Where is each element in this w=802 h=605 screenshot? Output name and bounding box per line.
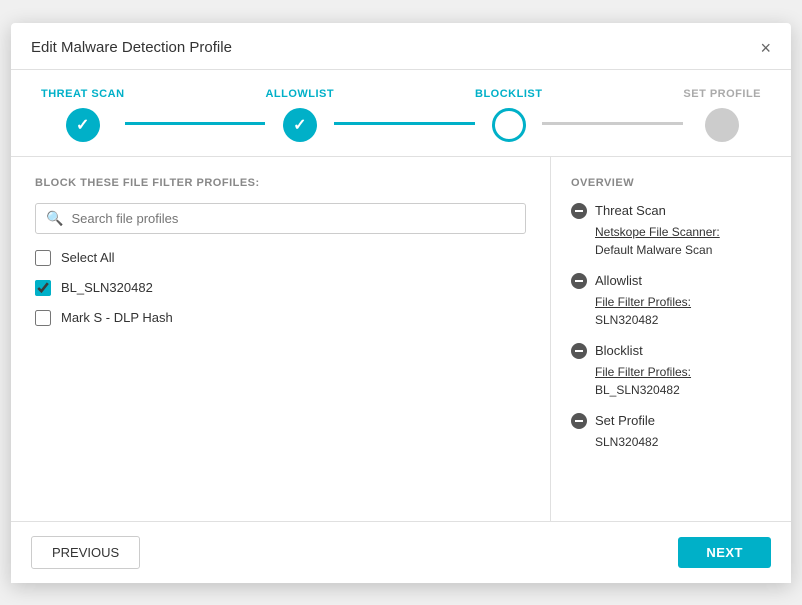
overview-set-profile: Set Profile SLN320482 bbox=[571, 413, 771, 451]
checkbox-bl-sln320482-input[interactable] bbox=[35, 280, 51, 296]
step-label-blocklist: BLOCKLIST bbox=[475, 88, 542, 100]
overview-allowlist-title: Allowlist bbox=[571, 273, 771, 289]
overview-set-profile-title: Set Profile bbox=[571, 413, 771, 429]
left-panel: BLOCK THESE FILE FILTER PROFILES: 🔍 Sele… bbox=[11, 157, 551, 521]
checkbox-bl-sln320482: BL_SLN320482 bbox=[35, 280, 526, 296]
step-label-threat-scan: THREAT SCAN bbox=[41, 88, 125, 100]
minus-icon-set-profile bbox=[571, 413, 587, 429]
overview-allowlist: Allowlist File Filter Profiles: SLN32048… bbox=[571, 273, 771, 329]
stepper: THREAT SCAN ✓ ALLOWLIST ✓ BLOCKLIST bbox=[11, 70, 791, 157]
checkbox-mark-s-label: Mark S - DLP Hash bbox=[61, 310, 173, 325]
overview-allowlist-detail: File Filter Profiles: SLN320482 bbox=[571, 293, 771, 329]
step-circle-threat-scan: ✓ bbox=[66, 108, 100, 142]
checkbox-mark-s: Mark S - DLP Hash bbox=[35, 310, 526, 326]
line-3 bbox=[542, 122, 683, 142]
previous-button[interactable]: PREVIOUS bbox=[31, 536, 140, 569]
modal-header: Edit Malware Detection Profile × bbox=[11, 23, 791, 70]
step-circle-set-profile bbox=[705, 108, 739, 142]
search-input[interactable] bbox=[71, 211, 515, 226]
step-allowlist: ALLOWLIST ✓ bbox=[265, 88, 334, 142]
overview-blocklist-title: Blocklist bbox=[571, 343, 771, 359]
check-icon-allowlist: ✓ bbox=[293, 115, 306, 135]
line-1 bbox=[125, 122, 266, 142]
step-blocklist: BLOCKLIST bbox=[475, 88, 542, 142]
step-set-profile: SET PROFILE bbox=[683, 88, 761, 142]
overview-threat-scan-title: Threat Scan bbox=[571, 203, 771, 219]
overview-label: OVERVIEW bbox=[571, 177, 771, 189]
right-panel: OVERVIEW Threat Scan Netskope File Scann… bbox=[551, 157, 791, 521]
checkbox-bl-sln320482-label: BL_SLN320482 bbox=[61, 280, 153, 295]
modal: Edit Malware Detection Profile × THREAT … bbox=[11, 23, 791, 583]
overview-blocklist: Blocklist File Filter Profiles: BL_SLN32… bbox=[571, 343, 771, 399]
close-button[interactable]: × bbox=[760, 39, 771, 57]
step-label-set-profile: SET PROFILE bbox=[683, 88, 761, 100]
modal-title: Edit Malware Detection Profile bbox=[31, 39, 232, 56]
modal-body: BLOCK THESE FILE FILTER PROFILES: 🔍 Sele… bbox=[11, 157, 791, 521]
checkbox-select-all: Select All bbox=[35, 250, 526, 266]
next-button[interactable]: NEXT bbox=[678, 537, 771, 568]
search-icon: 🔍 bbox=[46, 210, 63, 227]
overview-set-profile-detail: SLN320482 bbox=[571, 433, 771, 451]
minus-icon-blocklist bbox=[571, 343, 587, 359]
step-circle-allowlist: ✓ bbox=[283, 108, 317, 142]
search-box[interactable]: 🔍 bbox=[35, 203, 526, 234]
checkbox-mark-s-input[interactable] bbox=[35, 310, 51, 326]
step-circle-blocklist bbox=[492, 108, 526, 142]
left-section-label: BLOCK THESE FILE FILTER PROFILES: bbox=[35, 177, 526, 189]
step-threat-scan: THREAT SCAN ✓ bbox=[41, 88, 125, 142]
overview-threat-scan-detail: Netskope File Scanner: Default Malware S… bbox=[571, 223, 771, 259]
checkbox-select-all-label: Select All bbox=[61, 250, 114, 265]
overview-threat-scan: Threat Scan Netskope File Scanner: Defau… bbox=[571, 203, 771, 259]
checkbox-select-all-input[interactable] bbox=[35, 250, 51, 266]
step-label-allowlist: ALLOWLIST bbox=[265, 88, 334, 100]
modal-footer: PREVIOUS NEXT bbox=[11, 521, 791, 583]
minus-icon-allowlist bbox=[571, 273, 587, 289]
minus-icon-threat-scan bbox=[571, 203, 587, 219]
overview-blocklist-detail: File Filter Profiles: BL_SLN320482 bbox=[571, 363, 771, 399]
line-2 bbox=[334, 122, 475, 142]
check-icon-threat-scan: ✓ bbox=[76, 115, 89, 135]
